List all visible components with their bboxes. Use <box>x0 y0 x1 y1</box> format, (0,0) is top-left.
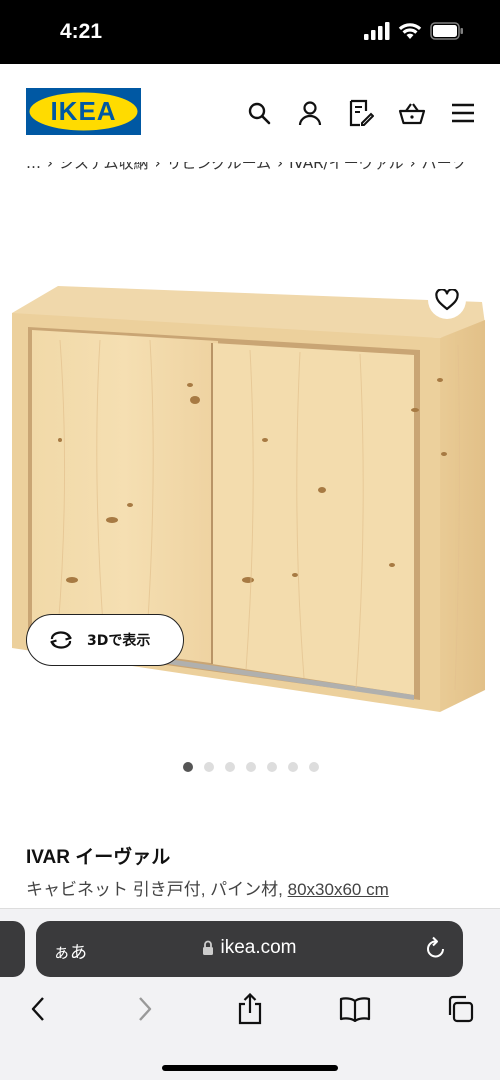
address-bar[interactable]: ぁあ ikea.com <box>36 921 463 977</box>
carousel-dot[interactable] <box>267 762 277 772</box>
status-time: 4:21 <box>60 20 103 43</box>
chevron-right-icon: › <box>277 154 284 172</box>
cart-icon[interactable] <box>397 98 427 128</box>
carousel-dot[interactable] <box>225 762 235 772</box>
search-icon[interactable] <box>244 98 274 128</box>
previous-tab-peek[interactable] <box>0 921 25 977</box>
breadcrumb: … › システム収納 › リビングルーム › IVAR/イーヴァル › パーツ <box>26 150 486 180</box>
shopping-list-icon[interactable] <box>346 98 376 128</box>
share-icon <box>238 993 262 1025</box>
chevron-left-icon <box>31 997 44 1021</box>
carousel-dot[interactable] <box>309 762 319 772</box>
home-indicator <box>162 1065 338 1071</box>
back-button[interactable] <box>18 989 58 1029</box>
product-name: IVAR イーヴァル <box>26 847 171 868</box>
favorite-button[interactable] <box>428 281 466 319</box>
url-display[interactable]: ikea.com <box>36 937 463 959</box>
logo-text: IKEA <box>50 96 116 126</box>
tabs-button[interactable] <box>440 989 480 1029</box>
carousel-dot[interactable] <box>204 762 214 772</box>
url-text: ikea.com <box>220 937 297 958</box>
product-description: キャビネット 引き戸付, パイン材, 80x30x60 cm <box>26 875 389 900</box>
chevron-right-icon: › <box>154 154 161 172</box>
lock-icon <box>203 940 214 955</box>
site-header: IKEA <box>0 64 500 156</box>
view-3d-label: 3Dで表示 <box>87 633 151 649</box>
menu-icon[interactable] <box>448 98 478 128</box>
status-bar: 4:21 <box>0 0 500 64</box>
view-3d-button[interactable]: 3Dで表示 <box>26 614 184 666</box>
carousel-dot[interactable] <box>246 762 256 772</box>
reload-icon[interactable] <box>425 936 447 964</box>
book-icon <box>339 997 371 1022</box>
wifi-icon <box>398 23 422 39</box>
battery-icon <box>430 22 463 40</box>
browser-bottom-bar: ぁあ ikea.com <box>0 908 500 1080</box>
chevron-right-icon: › <box>47 154 53 172</box>
browser-toolbar <box>0 989 500 1033</box>
tabs-icon <box>448 995 474 1023</box>
header-icons <box>244 98 478 128</box>
carousel-dots <box>183 762 319 772</box>
carousel-dot[interactable] <box>288 762 298 772</box>
chevron-right-icon <box>139 997 152 1021</box>
breadcrumb-item[interactable]: … <box>26 162 41 172</box>
bookmarks-button[interactable] <box>335 989 375 1029</box>
share-button[interactable] <box>230 989 270 1029</box>
user-icon[interactable] <box>295 98 325 128</box>
forward-button[interactable] <box>125 989 165 1029</box>
heart-icon <box>435 289 459 311</box>
carousel-dot[interactable] <box>183 762 193 772</box>
rotate-3d-icon <box>50 631 72 649</box>
breadcrumb-item[interactable]: パーツ <box>422 162 467 172</box>
status-icons <box>364 22 464 40</box>
signal-icon <box>364 22 390 40</box>
chevron-right-icon: › <box>409 154 416 172</box>
breadcrumb-item[interactable]: IVAR/イーヴァル <box>289 162 403 172</box>
product-description-text: キャビネット 引き戸付, パイン材, <box>26 880 288 899</box>
product-dimensions-link[interactable]: 80x30x60 cm <box>288 880 389 899</box>
breadcrumb-item[interactable]: リビングルーム <box>167 162 272 172</box>
breadcrumb-item[interactable]: システム収納 <box>59 162 149 172</box>
ikea-logo[interactable]: IKEA <box>26 88 141 135</box>
